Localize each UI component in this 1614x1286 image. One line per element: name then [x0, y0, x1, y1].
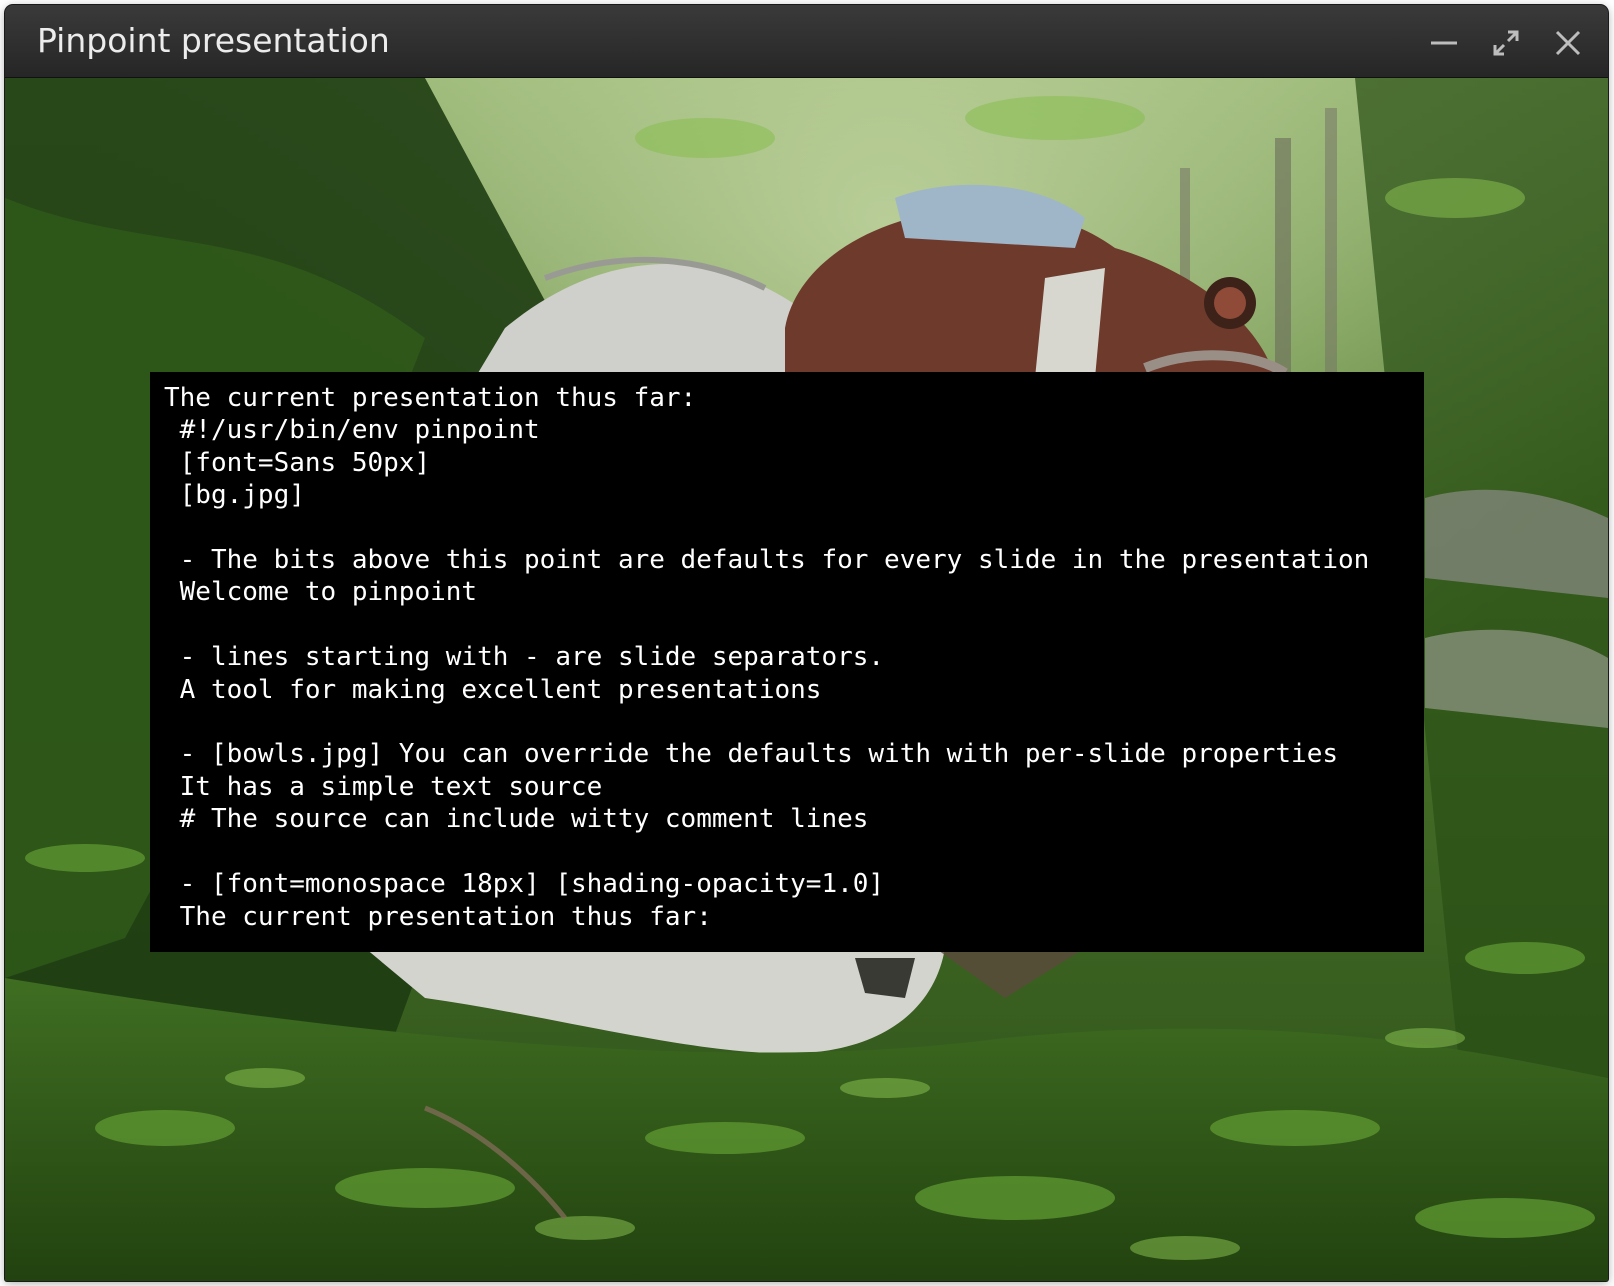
title-bar[interactable]: Pinpoint presentation — [5, 5, 1608, 78]
maximize-icon — [1493, 30, 1519, 56]
window-controls — [1424, 23, 1588, 63]
slide-text: The current presentation thus far: #!/us… — [164, 382, 1410, 933]
app-window: Pinpoint presentation The current presen… — [5, 5, 1608, 1281]
slide-canvas[interactable]: The current presentation thus far: #!/us… — [5, 78, 1608, 1281]
slide-text-line: - [font=monospace 18px] [shading-opacity… — [164, 869, 885, 900]
maximize-button[interactable] — [1486, 23, 1526, 63]
slide-text-line: The current presentation thus far: — [164, 901, 712, 932]
slide-text-line: It has a simple text source — [164, 771, 603, 802]
slide-text-line: The current presentation thus far: — [164, 383, 697, 413]
slide-text-line: - The bits above this point are defaults… — [164, 545, 1370, 576]
slide-text-line: Welcome to pinpoint — [164, 577, 478, 608]
slide-text-line: A tool for making excellent presentation… — [164, 674, 822, 705]
slide-text-line: [font=Sans 50px] — [164, 447, 431, 478]
minimize-button[interactable] — [1424, 23, 1464, 63]
slide-text-line: - [bowls.jpg] You can override the defau… — [164, 739, 1338, 770]
slide-text-line: [bg.jpg] — [164, 480, 305, 511]
close-icon — [1555, 30, 1581, 56]
window-title: Pinpoint presentation — [37, 21, 390, 60]
slide-text-line: # The source can include witty comment l… — [164, 804, 869, 835]
slide-text-line: - lines starting with - are slide separa… — [164, 642, 885, 673]
slide-text-line: #!/usr/bin/env pinpoint — [164, 415, 540, 446]
minimize-icon — [1431, 41, 1457, 45]
slide-text-panel: The current presentation thus far: #!/us… — [150, 372, 1424, 952]
close-button[interactable] — [1548, 23, 1588, 63]
